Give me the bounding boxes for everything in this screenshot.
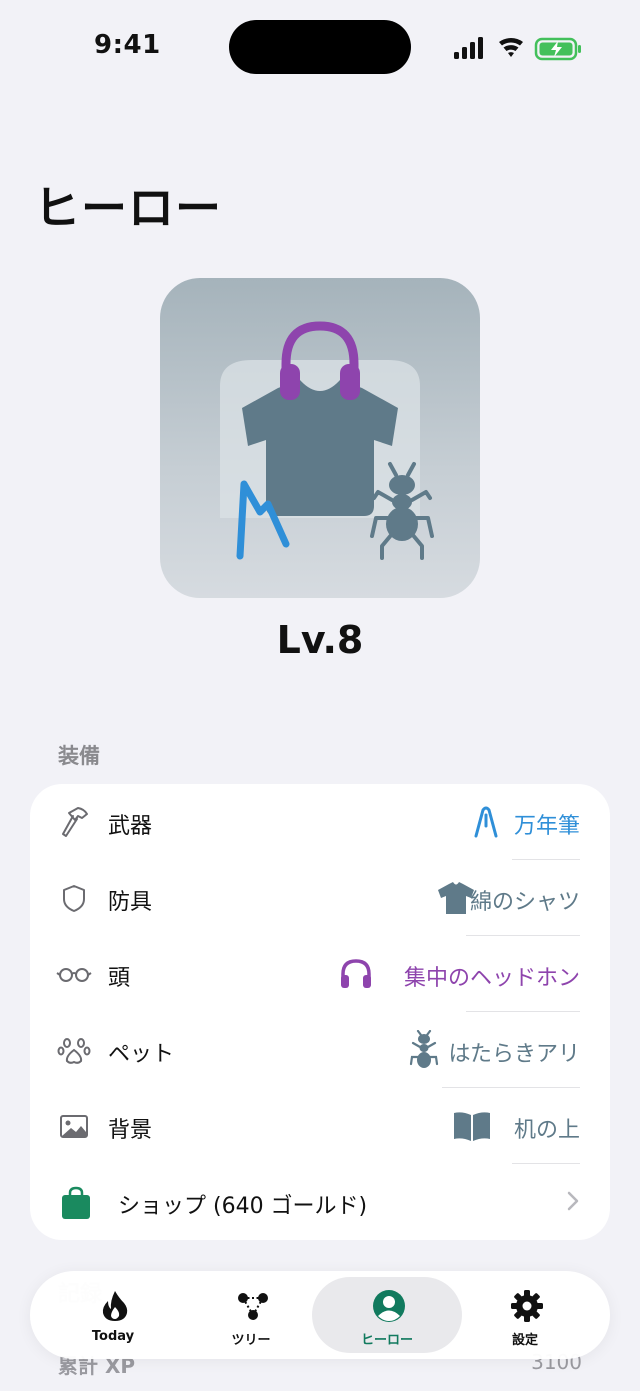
tab-label: 設定	[511, 1333, 538, 1348]
fountain-pen-icon	[474, 806, 498, 838]
equipment-card: 武器 万年筆 防具 綿のシャツ 頭 集中のヘッドホン ペット はたらきアリ 背景…	[30, 784, 610, 1240]
page-title: ヒーロー	[34, 181, 222, 235]
equipment-row-head[interactable]: 頭 集中のヘッドホン	[30, 936, 610, 1012]
tab-today[interactable]: Today	[38, 1277, 188, 1353]
hero-avatar	[160, 278, 480, 598]
equipment-row-background[interactable]: 背景 机の上	[30, 1088, 610, 1164]
tab-tree[interactable]: ツリー	[176, 1277, 326, 1353]
tab-label: Today	[91, 1329, 135, 1344]
book-icon	[454, 1112, 490, 1141]
status-time: 9:41	[94, 30, 161, 60]
wifi-icon	[499, 38, 523, 57]
tab-label: ヒーロー	[360, 1333, 413, 1348]
gear-icon	[511, 1290, 543, 1322]
person-circle-icon	[373, 1290, 405, 1322]
paw-icon	[57, 1038, 91, 1064]
tab-settings[interactable]: 設定	[450, 1277, 600, 1353]
equipment-section-title: 装備	[58, 744, 100, 768]
slot-item-name: はたらきアリ	[448, 1042, 580, 1067]
slot-item-name: 万年筆	[513, 814, 580, 839]
headphones-icon	[341, 959, 371, 988]
tree-nodes-icon	[238, 1293, 268, 1320]
status-icons	[454, 37, 581, 61]
flame-icon	[102, 1291, 128, 1321]
slot-label: ペット	[108, 1042, 175, 1067]
cellular-signal-icon	[454, 37, 483, 59]
image-icon	[60, 1115, 88, 1138]
glasses-icon	[56, 968, 92, 982]
shop-row[interactable]: ショップ (640 ゴールド)	[30, 1164, 610, 1240]
slot-item-name: 集中のヘッドホン	[403, 966, 580, 991]
equipment-row-pet[interactable]: ペット はたらきアリ	[30, 1012, 610, 1088]
shield-icon	[63, 885, 85, 912]
slot-label: 武器	[108, 814, 153, 839]
tab-label: ツリー	[231, 1333, 271, 1348]
shop-label: ショップ (640 ゴールド)	[118, 1194, 368, 1219]
shopping-bag-icon	[62, 1186, 90, 1219]
slot-item-name: 綿のシャツ	[469, 890, 580, 915]
slot-label: 防具	[108, 890, 153, 915]
equipment-row-weapon[interactable]: 武器 万年筆	[30, 784, 610, 860]
hero-level: Lv.8	[276, 618, 364, 662]
status-bar: 9:41	[0, 0, 640, 96]
dynamic-island	[229, 20, 411, 74]
slot-label: 頭	[108, 966, 131, 991]
equipment-row-armor[interactable]: 防具 綿のシャツ	[30, 860, 610, 936]
ant-icon	[409, 1030, 439, 1068]
tab-bar: Today ツリー ヒーロー 設定	[30, 1271, 610, 1359]
tab-hero[interactable]: ヒーロー	[312, 1277, 462, 1353]
chevron-right-icon	[567, 1191, 579, 1211]
hammer-icon	[62, 807, 88, 837]
slot-item-name: 机の上	[513, 1118, 580, 1143]
battery-charging-icon	[534, 37, 581, 61]
slot-label: 背景	[108, 1118, 153, 1143]
